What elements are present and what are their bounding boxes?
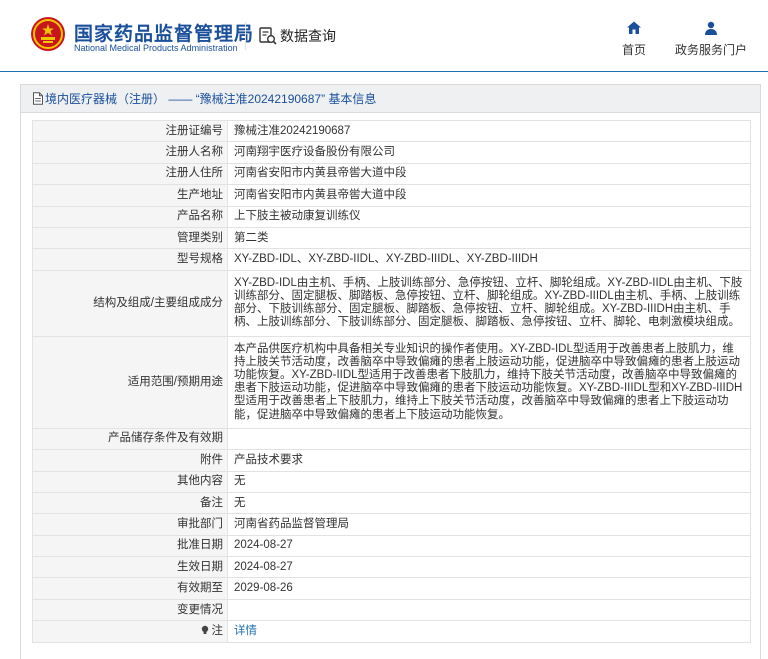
nav-home[interactable]: 首页 [620,20,648,58]
table-row: 附件 产品技术要求 [32,449,751,472]
field-label: 管理类别 [32,226,228,250]
field-label: 结构及组成/主要组成成分 [32,269,228,337]
details-link[interactable]: 详情 [234,625,257,637]
field-value: XY-ZBD-IDL、XY-ZBD-IIDL、XY-ZBD-IIIDL、XY-Z… [227,248,751,271]
data-query-label: 数据查询 [280,28,336,44]
table-row: 有效期至 2029-08-26 [32,577,751,600]
field-value: 产品技术要求 [227,449,751,472]
field-label: 备注 [32,491,228,515]
table-row: 审批部门 河南省药品监督管理局 [32,513,751,536]
table-row: 批准日期 2024-08-27 [32,534,751,558]
table-row: 变更情况 [32,598,751,622]
field-label: 产品储存条件及有效期 [32,427,228,451]
site-title[interactable]: 国家药品监督管理局 [74,19,254,46]
bulb-icon [201,625,208,634]
table-row: 产品名称 上下肢主被动康复训练仪 [32,205,751,228]
field-value: 本产品供医疗机构中具备相关专业知识的操作者使用。XY-ZBD-IDL型适用于改善… [227,335,751,429]
header-divider [245,22,246,50]
field-label: 批准日期 [32,534,228,558]
details-cell: 详情 [227,620,751,643]
field-value: 无 [227,470,751,493]
detail-table: 注册证编号 豫械注准20242190687 注册人名称 河南翔宇医疗设备股份有限… [32,119,751,643]
breadcrumb: 境内医疗器械（注册） —— “豫械注准20242190687” 基本信息 [21,85,760,113]
field-label: 其他内容 [32,470,228,493]
field-value: 无 [227,491,751,515]
table-row: 生产地址 河南省安阳市内黄县帝喾大道中段 [32,184,751,207]
national-emblem-icon[interactable] [30,16,66,52]
document-icon [33,92,43,105]
field-label: 有效期至 [32,577,228,600]
field-value: 河南翔宇医疗设备股份有限公司 [227,141,751,164]
table-row: 管理类别 第二类 [32,226,751,250]
breadcrumb-text[interactable]: 境内医疗器械（注册） —— “豫械注准20242190687” 基本信息 [45,90,376,107]
field-value: 河南省安阳市内黄县帝喾大道中段 [227,162,751,186]
nav-portal[interactable]: 政务服务门户 [670,20,752,58]
field-label: 注册人住所 [32,162,228,186]
field-value: 第二类 [227,226,751,250]
table-row: 注册证编号 豫械注准20242190687 [32,119,751,143]
nav-home-label: 首页 [621,43,646,57]
detail-panel: 境内医疗器械（注册） —— “豫械注准20242190687” 基本信息 注册证… [20,84,761,659]
field-value: 豫械注准20242190687 [227,119,751,143]
field-label: 型号规格 [32,248,228,271]
field-value [227,598,751,622]
table-row: 适用范围/预期用途 本产品供医疗机构中具备相关专业知识的操作者使用。XY-ZBD… [32,335,751,429]
field-label: 适用范围/预期用途 [32,335,228,429]
table-row: 备注 无 [32,491,751,515]
table-row: 注册人名称 河南翔宇医疗设备股份有限公司 [32,141,751,164]
field-label: 生产地址 [32,184,228,207]
site-subtitle[interactable]: National Medical Products Administration [74,43,238,53]
field-label: 注册证编号 [32,119,228,143]
field-label: 注 [211,624,224,637]
table-row: 其他内容 无 [32,470,751,493]
home-icon [627,21,641,34]
field-label: 审批部门 [32,513,228,536]
field-label: 注册人名称 [32,141,228,164]
field-value: 2024-08-27 [227,556,751,579]
site-header: 国家药品监督管理局 National Medical Products Admi… [0,0,768,72]
table-row: 型号规格 XY-ZBD-IDL、XY-ZBD-IIDL、XY-ZBD-IIIDL… [32,248,751,271]
field-value: XY-ZBD-IDL由主机、手柄、上肢训练部分、急停按钮、立杆、脚轮组成。XY-… [227,269,751,337]
table-row: 产品储存条件及有效期 [32,427,751,451]
user-icon [705,21,717,35]
data-search-icon [259,27,277,45]
field-value: 上下肢主被动康复训练仪 [227,205,751,228]
field-label: 附件 [32,449,228,472]
table-row: 注 详情 [32,620,751,643]
field-value: 2024-08-27 [227,534,751,558]
data-query-link[interactable]: 数据查询 [258,26,336,46]
field-label: 生效日期 [32,556,228,579]
table-row: 生效日期 2024-08-27 [32,556,751,579]
field-label: 产品名称 [32,205,228,228]
field-value [227,427,751,451]
nav-portal-label: 政务服务门户 [674,43,747,57]
table-row: 注册人住所 河南省安阳市内黄县帝喾大道中段 [32,162,751,186]
field-value: 河南省安阳市内黄县帝喾大道中段 [227,184,751,207]
table-row: 结构及组成/主要组成成分 XY-ZBD-IDL由主机、手柄、上肢训练部分、急停按… [32,269,751,337]
field-label: 变更情况 [32,598,228,622]
field-value: 2029-08-26 [227,577,751,600]
field-value: 河南省药品监督管理局 [227,513,751,536]
note-label-cell: 注 [32,620,228,643]
